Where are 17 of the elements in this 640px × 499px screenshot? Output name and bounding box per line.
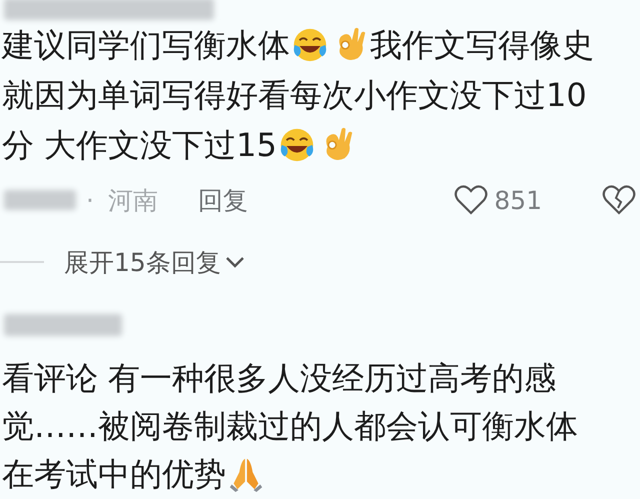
comment-text: 在考试中的优势 (2, 454, 226, 494)
separator-dot: · (86, 186, 94, 214)
laughing-face-icon (291, 26, 329, 64)
chevron-down-icon (224, 255, 245, 269)
comment-text: 建议同学们写衡水体 (2, 25, 290, 65)
like-count: 851 (494, 186, 542, 214)
expand-replies-link[interactable]: 展开15条回复 (64, 246, 245, 278)
reply-button[interactable]: 回复 (198, 184, 248, 216)
heart-icon[interactable] (454, 184, 488, 216)
location-text: 河南 (108, 184, 158, 216)
comment-text: 就因为单词写得好看每次小作文没下过10 (2, 75, 587, 115)
comment-text: 我作文写得像史 (370, 25, 594, 65)
blurred-date (4, 190, 76, 210)
broken-heart-icon[interactable] (602, 184, 636, 216)
comment-text: 觉……被阅卷制裁过的人都会认可衡水体 (2, 406, 578, 446)
comment-text: 看评论 有一种很多人没经历过高考的感 (2, 358, 556, 398)
comment-text: 分 大作文没下过15 (2, 125, 277, 165)
